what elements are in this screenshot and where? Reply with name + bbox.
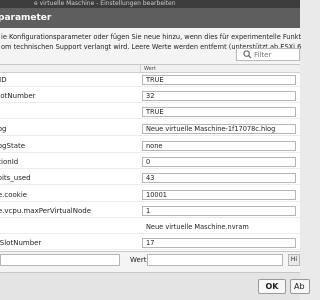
dialog-title: parameter xyxy=(0,13,52,23)
value-label: Wert: xyxy=(130,256,149,264)
parameter-value-field[interactable]: 10001 xyxy=(142,190,296,200)
table-row[interactable]: Log Neue virtuelle Maschine-1f17078c.hlo… xyxy=(0,123,300,136)
parameter-value-field[interactable]: TRUE xyxy=(142,75,296,85)
window-title-bar: e virtuelle Maschine - Einstellungen bea… xyxy=(0,0,300,8)
parameter-name: t xyxy=(0,106,138,118)
table-row[interactable]: ce.vcpu.maxPerVirtualNode 1 xyxy=(0,205,300,218)
parameter-value-field[interactable]: none xyxy=(142,141,296,151)
new-parameter-name-input[interactable] xyxy=(0,254,120,266)
parameter-value-field[interactable]: 17 xyxy=(142,238,296,248)
grid-header: Wert xyxy=(0,65,300,73)
filter-box[interactable] xyxy=(236,48,300,61)
search-icon xyxy=(243,50,252,59)
dialog-footer: OK Ab xyxy=(0,272,310,300)
parameter-value-field[interactable]: 1 xyxy=(142,206,296,216)
table-row[interactable]: ce.cookie 10001 xyxy=(0,189,300,202)
parameter-name: ce.vcpu.maxPerVirtualNode xyxy=(0,207,92,215)
parameter-name: SlotNumber xyxy=(0,92,36,100)
parameter-name: Log xyxy=(0,125,7,133)
parameter-value-field[interactable]: 43 xyxy=(142,173,296,183)
table-row[interactable]: LogState none xyxy=(0,140,300,153)
parameter-name xyxy=(0,221,138,233)
parameter-name: LogState xyxy=(0,142,26,150)
table-row[interactable]: ationId 0 xyxy=(0,156,300,169)
description-line-1: ie Konfigurationsparameter oder fügen Si… xyxy=(1,33,301,41)
filter-input[interactable] xyxy=(254,49,298,60)
window-title: e virtuelle Maschine - Einstellungen bea… xyxy=(34,0,176,7)
ok-button[interactable]: OK xyxy=(258,279,286,294)
parameter-value-field[interactable]: 0 xyxy=(142,157,296,167)
table-row[interactable]: SlotNumber 32 xyxy=(0,90,300,103)
parameter-name: _bits_used xyxy=(0,174,31,182)
parameter-grid: Wert UID TRUE SlotNumber 32 t TRUE Log N… xyxy=(0,64,300,252)
table-row[interactable]: _bits_used 43 xyxy=(0,172,300,185)
parameter-name: UID xyxy=(0,76,7,84)
new-parameter-value-input[interactable] xyxy=(147,254,283,266)
column-divider[interactable] xyxy=(140,65,141,73)
dialog-header: parameter xyxy=(0,8,300,28)
table-row[interactable]: UID TRUE xyxy=(0,74,300,87)
add-parameter-button[interactable]: Hi xyxy=(288,254,300,266)
parameter-value-field[interactable]: 32 xyxy=(142,91,296,101)
cancel-button[interactable]: Ab xyxy=(290,279,310,294)
parameter-name: ationId xyxy=(0,158,19,166)
parameter-value-field[interactable]: Neue virtuelle Maschine.nvram xyxy=(142,222,296,232)
value-column-header[interactable]: Wert xyxy=(144,65,156,73)
table-row[interactable]: Neue virtuelle Maschine.nvram xyxy=(0,221,300,234)
table-row[interactable]: ciSlotNumber 17 xyxy=(0,237,300,250)
parameter-name: ce.cookie xyxy=(0,191,28,199)
parameter-name: ciSlotNumber xyxy=(0,239,42,247)
parameter-value-field[interactable]: Neue virtuelle Maschine-1f17078c.hlog xyxy=(142,124,296,134)
parameter-value-field[interactable]: TRUE xyxy=(142,107,296,117)
table-row[interactable]: t TRUE xyxy=(0,106,300,119)
add-parameter-row: Wert: Hi xyxy=(0,254,300,268)
